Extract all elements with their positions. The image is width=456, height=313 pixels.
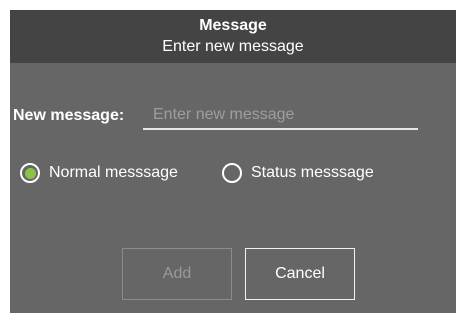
cancel-button[interactable]: Cancel	[245, 248, 355, 300]
message-dialog: Message Enter new message New message: N…	[10, 10, 456, 313]
radio-status-dot	[227, 168, 238, 179]
radio-normal-circle[interactable]	[20, 163, 40, 183]
radio-status-message[interactable]: Status messsage	[222, 160, 374, 186]
dialog-header: Message Enter new message	[10, 10, 456, 63]
add-button[interactable]: Add	[122, 248, 232, 300]
radio-normal-message[interactable]: Normal messsage	[20, 160, 178, 186]
radio-status-label: Status messsage	[251, 164, 374, 181]
new-message-label: New message:	[13, 107, 125, 124]
radio-normal-label: Normal messsage	[49, 164, 178, 181]
new-message-input[interactable]	[143, 102, 418, 130]
radio-normal-dot	[24, 167, 36, 179]
dialog-subtitle: Enter new message	[162, 38, 304, 55]
radio-status-circle[interactable]	[222, 163, 242, 183]
dialog-title: Message	[199, 17, 267, 34]
